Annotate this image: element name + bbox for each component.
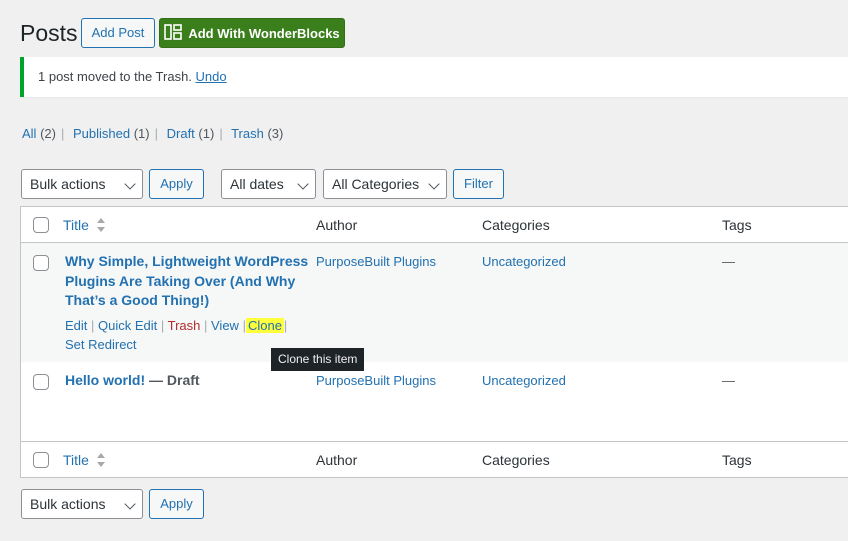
sort-icon [96, 452, 106, 471]
apply-button-top[interactable]: Apply [149, 169, 204, 199]
table-footer: Title Author Categories Tags [21, 441, 848, 477]
bulk-actions-value: Bulk actions [30, 496, 106, 512]
filter-button[interactable]: Filter [453, 169, 504, 199]
quick-edit-link[interactable]: Quick Edit [98, 318, 157, 333]
title-column-label: Title [63, 217, 89, 234]
add-post-button[interactable]: Add Post [81, 18, 155, 48]
bulk-actions-select-bottom[interactable]: Bulk actions [21, 489, 143, 519]
author-column-header: Author [316, 217, 358, 233]
post-title-line: Why Simple, Lightweight WordPress [65, 253, 309, 269]
view-link[interactable]: View [211, 318, 239, 333]
category-link[interactable]: Uncategorized [482, 254, 566, 269]
set-redirect-link[interactable]: Set Redirect [65, 337, 137, 352]
tags-empty: — [722, 254, 735, 269]
chevron-down-icon [124, 498, 136, 510]
view-all-count: (2) [40, 126, 56, 141]
select-all-checkbox[interactable] [33, 217, 49, 233]
bulk-actions-select-top[interactable]: Bulk actions [21, 169, 143, 199]
trash-link[interactable]: Trash [168, 318, 201, 333]
undo-link[interactable]: Undo [196, 69, 227, 84]
tags-column-header: Tags [722, 217, 752, 233]
page-title: Posts [20, 20, 78, 46]
title-column-header[interactable]: Title [63, 217, 106, 236]
view-published-link[interactable]: Published [73, 126, 130, 141]
title-column-label: Title [63, 452, 89, 469]
author-link[interactable]: PurposeBuilt Plugins [316, 373, 436, 388]
post-title-line: Plugins Are Taking Over (And Why [65, 272, 296, 289]
table-row: Why Simple, Lightweight WordPress Plugin… [21, 243, 848, 362]
table-row: Hello world! — Draft PurposeBuilt Plugin… [21, 362, 848, 441]
dates-select[interactable]: All dates [221, 169, 316, 199]
categories-value: All Categories [332, 176, 420, 192]
categories-column-footer: Categories [482, 452, 550, 468]
post-title-link[interactable]: Hello world! [65, 372, 145, 388]
dates-value: All dates [230, 176, 284, 192]
view-draft-count: (1) [198, 126, 215, 141]
clone-tooltip: Clone this item [271, 348, 365, 371]
view-trash-link[interactable]: Trash [231, 126, 264, 141]
clone-link[interactable]: Clone [245, 318, 284, 333]
apply-button-bottom[interactable]: Apply [149, 489, 204, 519]
title-column-footer[interactable]: Title [63, 452, 106, 471]
post-status-views: All (2) | Published (1) | Draft (1) | Trash… [22, 126, 284, 141]
view-all-link[interactable]: All [22, 126, 36, 141]
trash-notice: 1 post moved to the Trash. Undo [20, 57, 848, 97]
posts-table: Title Author Categories Tags Why Simple,… [20, 206, 848, 478]
row-actions-line2: Set Redirect [65, 335, 137, 354]
tags-empty: — [722, 373, 735, 388]
author-column-footer: Author [316, 452, 358, 468]
edit-link[interactable]: Edit [65, 318, 87, 333]
select-all-checkbox[interactable] [33, 452, 49, 468]
view-draft-link[interactable]: Draft [167, 126, 195, 141]
post-title-cell: Hello world! — Draft [65, 371, 200, 391]
sort-icon [96, 217, 106, 236]
add-with-wonderblocks-button[interactable]: Add With WonderBlocks [159, 18, 345, 48]
post-state: — Draft [145, 372, 200, 388]
category-link[interactable]: Uncategorized [482, 373, 566, 388]
author-link[interactable]: PurposeBuilt Plugins [316, 254, 436, 269]
post-title-line: That’s a Good Thing!) [65, 292, 210, 308]
add-with-wonderblocks-label: Add With WonderBlocks [188, 25, 340, 41]
chevron-down-icon [428, 178, 440, 190]
view-published-count: (1) [133, 126, 150, 141]
chevron-down-icon [297, 178, 309, 190]
table-header: Title Author Categories Tags [21, 207, 848, 243]
row-actions: Edit | Quick Edit | Trash | View | Clone | [65, 318, 288, 333]
tags-column-footer: Tags [722, 452, 752, 468]
chevron-down-icon [124, 178, 136, 190]
notice-message: 1 post moved to the Trash. [38, 69, 192, 84]
row-checkbox[interactable] [33, 374, 49, 390]
view-trash-count: (3) [267, 126, 284, 141]
post-title-link[interactable]: Why Simple, Lightweight WordPress Plugin… [65, 252, 308, 311]
categories-column-header: Categories [482, 217, 550, 233]
blocks-icon [164, 23, 183, 43]
bulk-actions-value: Bulk actions [30, 176, 106, 192]
categories-select[interactable]: All Categories [323, 169, 447, 199]
row-checkbox[interactable] [33, 255, 49, 271]
